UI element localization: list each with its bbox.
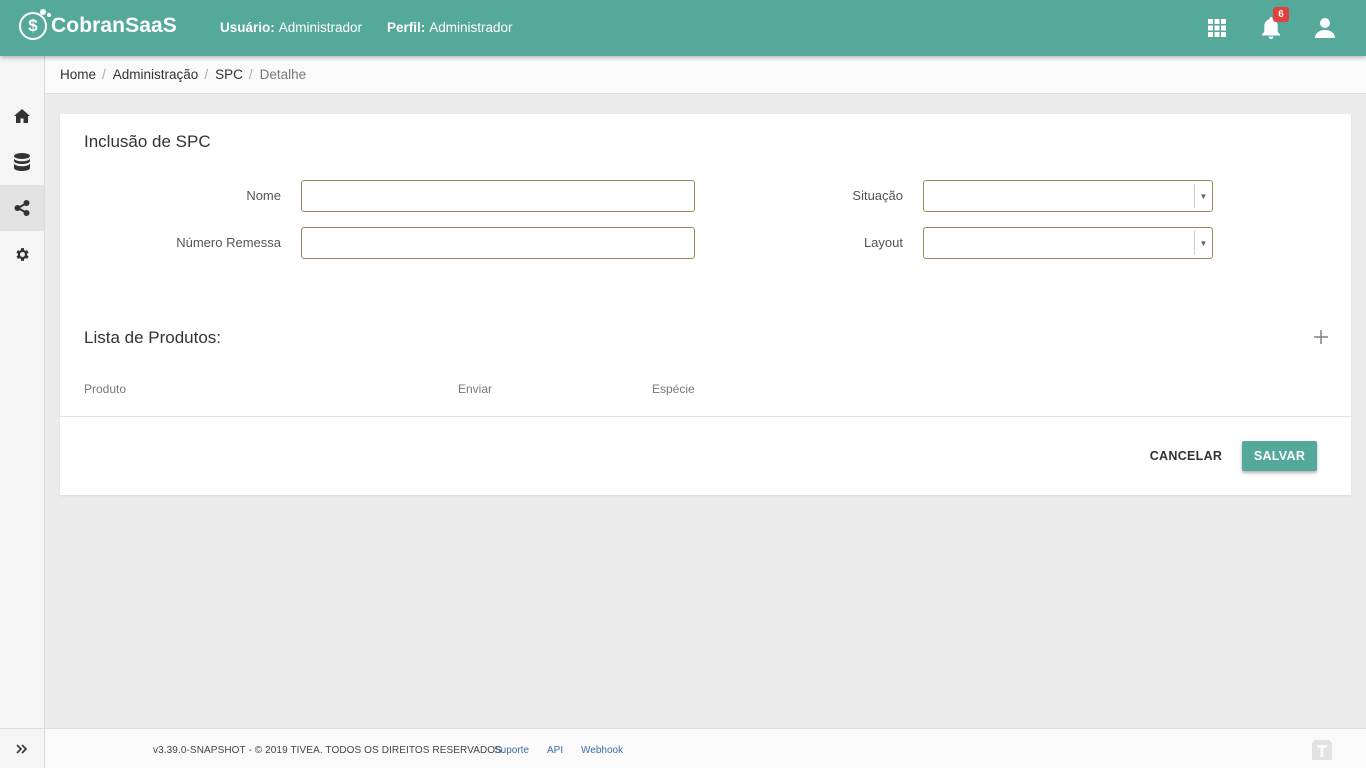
breadcrumb-separator: / (204, 67, 209, 82)
database-icon (14, 153, 30, 171)
cancel-button[interactable]: CANCELAR (1142, 442, 1230, 470)
divider (60, 416, 1351, 417)
logo-text: CobranSaaS (51, 14, 177, 37)
tivea-brand-icon (1312, 740, 1332, 760)
nome-label: Nome (246, 188, 281, 203)
numero-remessa-label: Número Remessa (176, 235, 281, 250)
sidebar-expand-button[interactable] (0, 728, 44, 768)
user-label: Usuário: (220, 20, 275, 35)
profile-value: Administrador (429, 20, 513, 35)
sidebar-item-database[interactable] (0, 139, 44, 185)
breadcrumb: Home / Administração / SPC / Detalhe (45, 56, 1366, 94)
user-value: Administrador (278, 20, 363, 35)
top-bar: $ CobranSaaS Usuário: Administrador Perfi… (0, 0, 1366, 56)
save-button[interactable]: SALVAR (1242, 441, 1317, 471)
breadcrumb-home[interactable]: Home (60, 67, 96, 82)
gear-icon (15, 247, 29, 261)
page-title: Inclusão de SPC (84, 132, 211, 151)
notifications-button[interactable]: 6 (1257, 7, 1289, 42)
apps-button[interactable] (1203, 14, 1231, 42)
breadcrumb-separator: / (248, 67, 253, 82)
current-user: Usuário: Administrador (220, 20, 362, 35)
layout-select[interactable]: ▼ (923, 227, 1213, 259)
footer-link-suporte[interactable]: Suporte (494, 745, 529, 756)
double-chevron-right-icon (16, 743, 28, 754)
column-header-produto: Produto (84, 382, 127, 396)
add-product-icon[interactable] (1312, 328, 1330, 346)
footer: v3.39.0-SNAPSHOT - © 2019 TIVEA. TODOS O… (45, 728, 1366, 768)
sidebar-item-settings[interactable] (0, 231, 44, 277)
column-header-especie: Espécie (652, 382, 695, 396)
user-menu-button[interactable] (1311, 14, 1339, 42)
profile-label: Perfil: (387, 20, 426, 35)
home-icon (14, 109, 30, 123)
breadcrumb-spc[interactable]: SPC (215, 67, 243, 82)
share-icon (14, 200, 30, 216)
numero-remessa-input[interactable] (301, 227, 695, 259)
breadcrumb-separator: / (102, 67, 106, 82)
sidebar-item-home[interactable] (0, 93, 44, 139)
nome-input[interactable] (301, 180, 695, 212)
copyright-text: v3.39.0-SNAPSHOT - © 2019 TIVEA. TODOS O… (153, 745, 505, 756)
sidebar-item-share[interactable] (0, 185, 44, 231)
caret-down-icon: ▼ (1194, 184, 1212, 208)
situacao-label: Situação (852, 188, 903, 203)
spc-form-card: Inclusão de SPC Nome Número Remessa Situ… (60, 114, 1351, 495)
logo[interactable]: $ CobranSaaS (19, 9, 177, 40)
layout-label: Layout (863, 235, 903, 250)
notification-badge: 6 (1273, 7, 1289, 22)
column-header-enviar: Enviar (458, 382, 493, 396)
breadcrumb-current: Detalhe (259, 67, 307, 82)
apps-icon (1208, 19, 1226, 37)
caret-down-icon: ▼ (1194, 231, 1212, 255)
footer-link-webhook[interactable]: Webhook (581, 745, 623, 756)
breadcrumb-administracao[interactable]: Administração (113, 67, 199, 82)
current-profile: Perfil: Administrador (387, 20, 513, 35)
user-icon (1315, 18, 1335, 38)
situacao-select[interactable]: ▼ (923, 180, 1213, 212)
sidebar (0, 56, 45, 768)
footer-link-api[interactable]: API (547, 745, 563, 756)
products-title: Lista de Produtos: (84, 328, 222, 347)
logo-coin-icon: $ (19, 9, 51, 40)
